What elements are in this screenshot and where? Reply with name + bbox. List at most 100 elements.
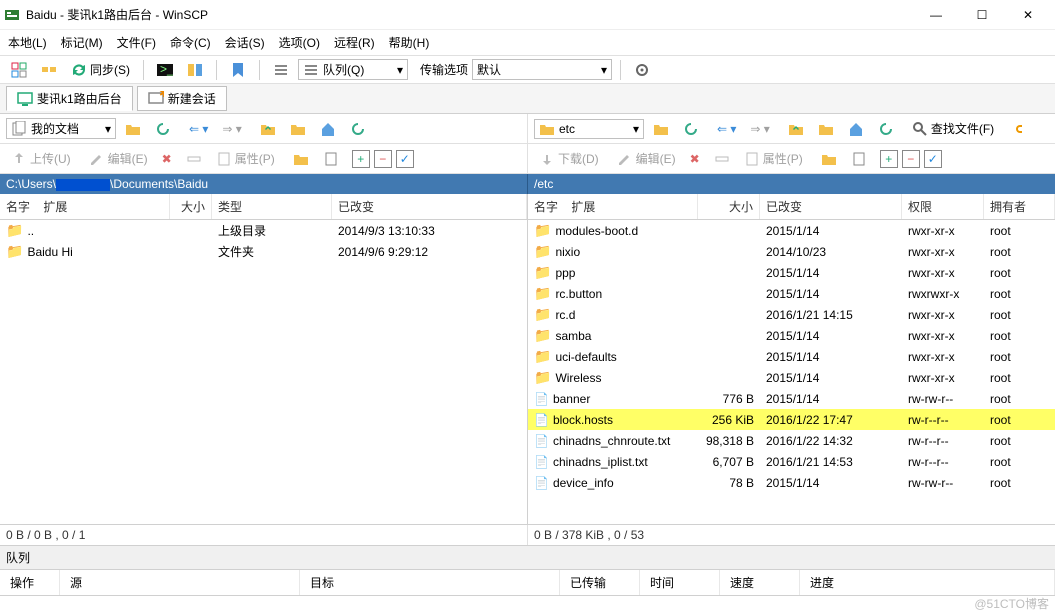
local-drive-combo[interactable]: 我的文档 ▾	[6, 118, 116, 139]
rename-button[interactable]	[709, 148, 735, 170]
menu-mark[interactable]: 标记(M)	[61, 34, 103, 51]
find-files-button[interactable]: 查找文件(F)	[907, 117, 999, 140]
open-folder-button[interactable]	[648, 118, 674, 140]
sync-browse-button[interactable]	[678, 118, 704, 140]
local-file-list[interactable]: 📁..上级目录2014/9/3 13:10:33📁Baidu Hi文件夹2014…	[0, 220, 527, 524]
download-button[interactable]: 下载(D)	[534, 147, 604, 170]
new-file-button[interactable]	[318, 148, 344, 170]
edit-button[interactable]: 编辑(E)	[84, 147, 153, 170]
table-row[interactable]: 📁Baidu Hi文件夹2014/9/6 9:29:12	[0, 241, 527, 262]
open-folder-button[interactable]	[120, 118, 146, 140]
menu-local[interactable]: 本地(L)	[8, 34, 47, 51]
col-mod[interactable]: 已改变	[760, 194, 902, 219]
link-button[interactable]	[1007, 118, 1033, 140]
queue-list-button[interactable]	[268, 59, 294, 81]
back-button[interactable]: ⇐ ▾	[712, 119, 741, 139]
col-owner[interactable]: 拥有者	[984, 194, 1055, 219]
check-button[interactable]: ✓	[396, 150, 414, 168]
col-mod[interactable]: 已改变	[332, 194, 527, 219]
parent-folder-button[interactable]	[255, 118, 281, 140]
menu-session[interactable]: 会话(S)	[225, 34, 265, 51]
queue-col-speed[interactable]: 速度	[720, 570, 800, 595]
new-file-button[interactable]	[846, 148, 872, 170]
queue-col-op[interactable]: 操作	[0, 570, 60, 595]
session-tab-active[interactable]: 斐讯k1路由后台	[6, 86, 133, 111]
table-row[interactable]: 📁Wireless2015/1/14rwxr-xr-xroot	[528, 367, 1055, 388]
table-row[interactable]: 📁rc.d2016/1/21 14:15rwxr-xr-xroot	[528, 304, 1055, 325]
queue-col-source[interactable]: 源	[60, 570, 300, 595]
remote-path[interactable]: /etc	[528, 174, 1055, 194]
table-row[interactable]: 📄chinadns_chnroute.txt98,318 B2016/1/22 …	[528, 430, 1055, 451]
menu-option[interactable]: 选项(O)	[279, 34, 320, 51]
forward-button[interactable]: ⇒ ▾	[745, 119, 774, 139]
properties-button[interactable]: 属性(P)	[739, 147, 808, 170]
table-row[interactable]: 📄device_info78 B2015/1/14rw-rw-r--root	[528, 472, 1055, 493]
table-row[interactable]: 📄block.hosts256 KiB2016/1/22 17:47rw-r--…	[528, 409, 1055, 430]
sync-folders-button[interactable]	[36, 59, 62, 81]
home-button[interactable]	[843, 118, 869, 140]
transfer-default-combo[interactable]: 默认 ▾	[472, 59, 612, 80]
root-folder-button[interactable]	[813, 118, 839, 140]
table-row[interactable]: 📄banner776 B2015/1/14rw-rw-r--root	[528, 388, 1055, 409]
table-row[interactable]: 📁nixio2014/10/23rwxr-xr-xroot	[528, 241, 1055, 262]
minus-button[interactable]: −	[902, 150, 920, 168]
forward-button[interactable]: ⇒ ▾	[217, 119, 246, 139]
table-row[interactable]: 📄chinadns_iplist.txt6,707 B2016/1/21 14:…	[528, 451, 1055, 472]
properties-button[interactable]: 属性(P)	[211, 147, 280, 170]
queue-col-time[interactable]: 时间	[640, 570, 720, 595]
menu-command[interactable]: 命令(C)	[170, 34, 211, 51]
root-folder-button[interactable]	[285, 118, 311, 140]
window-close-button[interactable]: ✕	[1005, 0, 1051, 30]
refresh-button[interactable]	[873, 118, 899, 140]
queue-col-done[interactable]: 已传输	[560, 570, 640, 595]
table-row[interactable]: 📁modules-boot.d2015/1/14rwxr-xr-xroot	[528, 220, 1055, 241]
window-minimize-button[interactable]: —	[913, 0, 959, 30]
table-row[interactable]: 📁samba2015/1/14rwxr-xr-xroot	[528, 325, 1055, 346]
grid-button[interactable]	[6, 59, 32, 81]
queue-body[interactable]	[0, 596, 1055, 616]
table-row[interactable]: 📁rc.button2015/1/14rwxrwxr-xroot	[528, 283, 1055, 304]
plus-button[interactable]: +	[352, 150, 370, 168]
rename-button[interactable]	[181, 148, 207, 170]
table-row[interactable]: 📁ppp2015/1/14rwxr-xr-xroot	[528, 262, 1055, 283]
refresh-button[interactable]	[345, 118, 371, 140]
remote-file-list[interactable]: 📁modules-boot.d2015/1/14rwxr-xr-xroot📁ni…	[528, 220, 1055, 524]
menu-file[interactable]: 文件(F)	[117, 34, 156, 51]
queue-combo[interactable]: 队列(Q) ▾	[298, 59, 408, 80]
menu-remote[interactable]: 远程(R)	[334, 34, 375, 51]
col-size[interactable]: 大小	[170, 194, 212, 219]
plus-button[interactable]: +	[880, 150, 898, 168]
back-button[interactable]: ⇐ ▾	[184, 119, 213, 139]
new-folder-button[interactable]	[288, 148, 314, 170]
upload-button[interactable]: 上传(U)	[6, 147, 76, 170]
col-name[interactable]: 名字 扩展	[528, 194, 698, 219]
parent-folder-button[interactable]	[783, 118, 809, 140]
queue-col-prog[interactable]: 进度	[800, 570, 1055, 595]
sync-button[interactable]: 同步(S)	[66, 58, 135, 81]
queue-col-target[interactable]: 目标	[300, 570, 560, 595]
console-button[interactable]: >_	[152, 59, 178, 81]
check-button[interactable]: ✓	[924, 150, 942, 168]
minus-button[interactable]: −	[374, 150, 392, 168]
window-maximize-button[interactable]: ☐	[959, 0, 1005, 30]
col-type[interactable]: 类型	[212, 194, 332, 219]
queue-header[interactable]: 队列	[0, 545, 1055, 570]
local-path[interactable]: C:\Users\\Documents\Baidu	[0, 174, 528, 194]
sync-browse-button[interactable]	[150, 118, 176, 140]
delete-button[interactable]: ✖	[685, 149, 705, 169]
new-session-tab[interactable]: ✱ 新建会话	[137, 86, 227, 111]
table-row[interactable]: 📁uci-defaults2015/1/14rwxr-xr-xroot	[528, 346, 1055, 367]
col-name[interactable]: 名字 扩展	[0, 194, 170, 219]
table-row[interactable]: 📁..上级目录2014/9/3 13:10:33	[0, 220, 527, 241]
bookmark-button[interactable]	[225, 59, 251, 81]
gear-button[interactable]	[629, 59, 655, 81]
col-perm[interactable]: 权限	[902, 194, 984, 219]
delete-button[interactable]: ✖	[157, 149, 177, 169]
remote-drive-combo[interactable]: etc ▾	[534, 119, 644, 139]
home-button[interactable]	[315, 118, 341, 140]
edit-button[interactable]: 编辑(E)	[612, 147, 681, 170]
menu-help[interactable]: 帮助(H)	[389, 34, 430, 51]
new-folder-button[interactable]	[816, 148, 842, 170]
compare-button[interactable]	[182, 59, 208, 81]
col-size[interactable]: 大小	[698, 194, 760, 219]
